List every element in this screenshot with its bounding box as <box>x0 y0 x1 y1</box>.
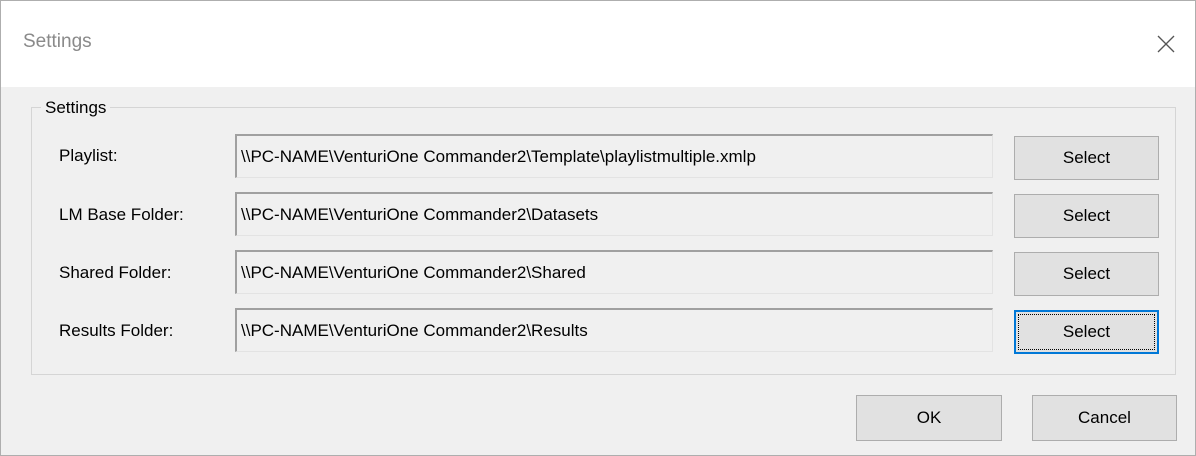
results-folder-select-button[interactable]: Select <box>1014 310 1159 354</box>
playlist-select-button[interactable]: Select <box>1014 136 1159 180</box>
playlist-path-field[interactable]: \\PC-NAME\VenturiOne Commander2\Template… <box>235 134 993 178</box>
shared-folder-path-field[interactable]: \\PC-NAME\VenturiOne Commander2\Shared <box>235 250 993 294</box>
shared-folder-select-button[interactable]: Select <box>1014 252 1159 296</box>
lm-base-folder-path-field[interactable]: \\PC-NAME\VenturiOne Commander2\Datasets <box>235 192 993 236</box>
ok-button[interactable]: OK <box>856 395 1002 441</box>
lm-base-folder-label: LM Base Folder: <box>59 205 184 224</box>
close-button[interactable] <box>1143 21 1189 67</box>
playlist-label: Playlist: <box>59 146 118 165</box>
window-title: Settings <box>23 31 92 52</box>
shared-folder-label: Shared Folder: <box>59 263 172 282</box>
groupbox-label: Settings <box>41 98 111 118</box>
results-folder-path-field[interactable]: \\PC-NAME\VenturiOne Commander2\Results <box>235 308 993 352</box>
close-icon <box>1157 35 1175 53</box>
results-folder-label: Results Folder: <box>59 321 174 340</box>
settings-dialog: Settings Settings Playlist: \\PC-NAME\Ve… <box>0 0 1196 456</box>
cancel-button[interactable]: Cancel <box>1032 395 1177 441</box>
title-bar[interactable]: Settings <box>1 1 1195 87</box>
focus-ring <box>1018 314 1155 350</box>
lm-base-folder-select-button[interactable]: Select <box>1014 194 1159 238</box>
